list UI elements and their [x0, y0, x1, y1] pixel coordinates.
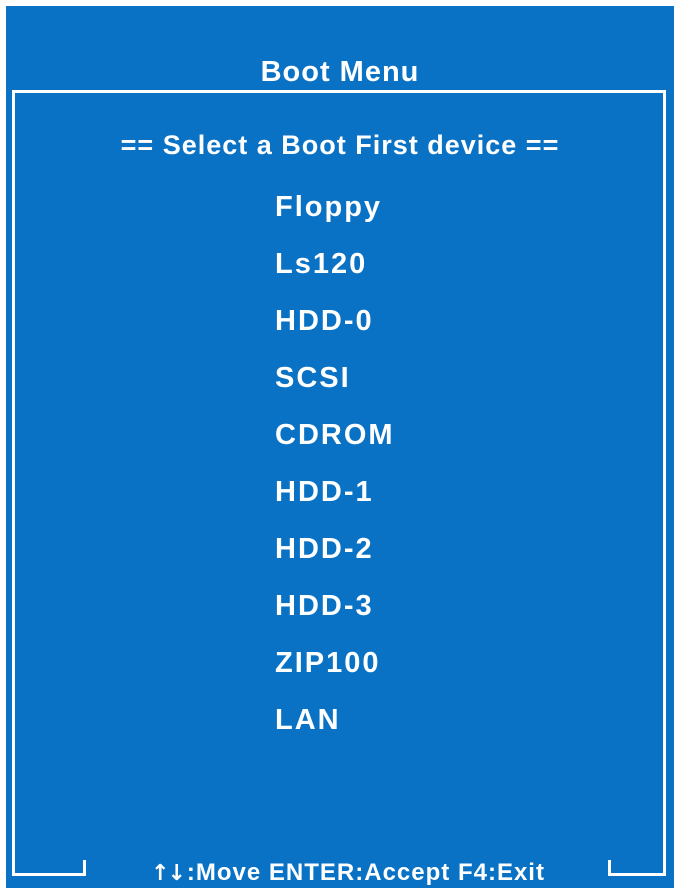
page-title: Boot Menu [260, 56, 420, 88]
frame-border-bottom-left [12, 873, 86, 876]
boot-menu-screen: Boot Menu == Select a Boot First device … [6, 6, 674, 888]
boot-device-hdd-3[interactable]: HDD-3 [275, 584, 395, 641]
boot-device-scsi[interactable]: SCSI [275, 356, 395, 413]
boot-device-hdd-1[interactable]: HDD-1 [275, 470, 395, 527]
up-down-arrows-icon: ↑↓ [151, 861, 186, 886]
boot-device-zip100[interactable]: ZIP100 [275, 641, 395, 698]
boot-device-lan[interactable]: LAN [275, 698, 395, 755]
key-hints-text: :Move ENTER:Accept F4:Exit [186, 859, 545, 886]
boot-device-floppy[interactable]: Floppy [275, 185, 395, 242]
key-hints-bar: ↑↓:Move ENTER:Accept F4:Exit [96, 858, 600, 888]
boot-device-cdrom[interactable]: CDROM [275, 413, 395, 470]
boot-device-hdd-0[interactable]: HDD-0 [275, 299, 395, 356]
boot-device-list: Floppy Ls120 HDD-0 SCSI CDROM HDD-1 HDD-… [275, 185, 395, 755]
menu-prompt: == Select a Boot First device == [120, 130, 560, 160]
boot-device-hdd-2[interactable]: HDD-2 [275, 527, 395, 584]
frame-border-tick-right [608, 860, 611, 876]
boot-device-ls120[interactable]: Ls120 [275, 242, 395, 299]
frame-border-tick-left [83, 860, 86, 876]
frame-border-bottom-right [608, 873, 666, 876]
